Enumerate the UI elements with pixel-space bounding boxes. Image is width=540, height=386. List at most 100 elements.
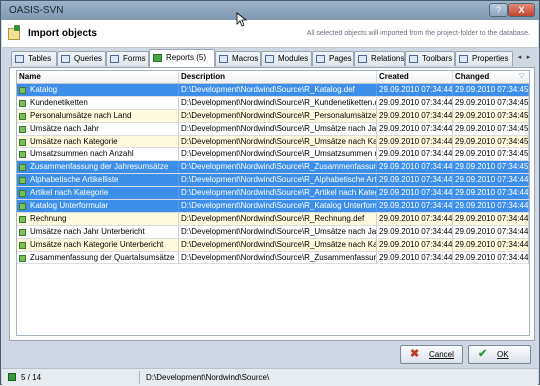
row-created-cell: 29.09.2010 07:34:44	[379, 148, 453, 161]
table-row[interactable]: Umsatzsummen nach Anzahl D:\Development\N…	[17, 148, 529, 162]
table-row[interactable]: Personalumsätze nach Land D:\Development\…	[17, 109, 529, 123]
module-icon	[265, 55, 274, 63]
tab-queries[interactable]: Queries	[57, 51, 106, 66]
tab-pages[interactable]: Pages	[312, 51, 354, 66]
row-changed-cell: 29.09.2010 07:34:45	[455, 109, 529, 122]
row-created-cell: 29.09.2010 07:34:44	[379, 84, 453, 96]
row-description-cell: D:\Development\Nordwind\Source\R_Kundene…	[181, 96, 377, 109]
row-changed-cell: 29.09.2010 07:34:44	[455, 251, 529, 264]
help-button[interactable]: ?	[489, 3, 508, 17]
table-row[interactable]: Umsätze nach Jahr Unterbericht D:\Develop…	[17, 225, 529, 239]
row-created-cell: 29.09.2010 07:34:44	[379, 238, 453, 251]
mouse-pointer-icon	[236, 12, 248, 27]
filter-icon[interactable]: ▽	[519, 72, 524, 82]
table-row[interactable]: Rechnung D:\Development\Nordwind\Source\R…	[17, 212, 529, 226]
row-changed-cell: 29.09.2010 07:34:44	[455, 225, 529, 238]
tab-label: Tables	[28, 54, 52, 63]
column-header-changed[interactable]: Changed	[453, 71, 529, 83]
column-header-name[interactable]: Name	[17, 71, 179, 83]
row-created-cell: 29.09.2010 07:34:44	[379, 200, 453, 213]
table-row[interactable]: Zusammenfassung der Jahresumsätze D:\Deve…	[17, 161, 529, 175]
row-changed-cell: 29.09.2010 07:34:44	[455, 238, 529, 251]
cancel-button[interactable]: ✖ Cancel	[400, 345, 463, 364]
check-icon: ✔	[478, 348, 488, 360]
tab-forms[interactable]: Forms	[106, 51, 149, 66]
row-description-cell: D:\Development\Nordwind\Source\R_Umsätze…	[181, 238, 377, 251]
row-changed-cell: 29.09.2010 07:34:44	[455, 187, 529, 200]
row-changed-cell: 29.09.2010 07:34:45	[455, 135, 529, 148]
tab-label: Pages	[329, 54, 352, 63]
table-row[interactable]: Zusammenfassung der Quartalsumsätze D:\De…	[17, 251, 529, 265]
row-changed-cell: 29.09.2010 07:34:44	[455, 174, 529, 187]
row-name-cell: Zusammenfassung der Jahresumsätze	[17, 161, 179, 174]
row-changed-cell: 29.09.2010 07:34:45	[455, 161, 529, 174]
relation-icon	[358, 55, 367, 63]
tab-label: Forms	[123, 54, 146, 63]
row-description-cell: D:\Development\Nordwind\Source\R_Umsätze…	[181, 225, 377, 238]
tab-panel: Name Description Created Changed ▽ Katal…	[9, 67, 535, 341]
form-icon	[110, 55, 119, 63]
row-description-cell: D:\Development\Nordwind\Source\R_Zusamme…	[181, 161, 377, 174]
column-header-description[interactable]: Description	[179, 71, 377, 83]
tab-label: Macros	[232, 54, 259, 63]
row-created-cell: 29.09.2010 07:34:44	[379, 161, 453, 174]
source-path: D:\Development\Nordwind\Source\	[146, 373, 270, 382]
table-row[interactable]: Katalog D:\Development\Nordwind\Source\R_…	[17, 84, 529, 97]
status-bar: 5 / 14 D:\Development\Nordwind\Source\	[2, 368, 538, 386]
row-changed-cell: 29.09.2010 07:34:44	[455, 212, 529, 225]
table-row[interactable]: Artikel nach Kategorie D:\Development\Nor…	[17, 187, 529, 201]
column-header-created[interactable]: Created	[377, 71, 453, 83]
row-description-cell: D:\Development\Nordwind\Source\R_Artikel…	[179, 187, 377, 200]
table-row[interactable]: Kundenetiketten D:\Development\Nordwind\S…	[17, 96, 529, 110]
import-objects-icon	[8, 25, 20, 40]
properties-icon	[459, 55, 468, 63]
tab-reports[interactable]: Reports (5)	[149, 49, 215, 67]
tab-tables[interactable]: Tables	[11, 51, 57, 66]
cancel-icon: ✖	[410, 348, 420, 360]
row-description-cell: D:\Development\Nordwind\Source\R_Persona…	[181, 109, 377, 122]
tab-properties[interactable]: Properties	[455, 51, 513, 66]
dialog-header: Import objects All selected objects will…	[2, 20, 538, 48]
tab-relations[interactable]: Relations	[354, 51, 405, 66]
row-name-cell: Katalog Unterformular	[17, 200, 179, 213]
query-icon	[61, 55, 70, 63]
row-name-cell: Zusammenfassung der Quartalsumsätze	[17, 251, 179, 264]
tab-scroll-right-icon[interactable]: ▸	[524, 51, 533, 65]
grid-body: Katalog D:\Development\Nordwind\Source\R_…	[17, 84, 529, 265]
table-row[interactable]: Katalog Unterformular D:\Development\Nord…	[17, 200, 529, 213]
tab-label: Queries	[74, 54, 103, 63]
row-name-cell: Umsätze nach Kategorie	[17, 135, 179, 148]
table-row[interactable]: Umsätze nach Kategorie Unterbericht D:\De…	[17, 238, 529, 252]
close-button[interactable]: X	[508, 3, 535, 17]
report-status-icon	[8, 373, 16, 381]
ok-label: OK	[497, 350, 509, 359]
row-name-cell: Katalog	[17, 84, 179, 96]
row-created-cell: 29.09.2010 07:34:44	[379, 109, 453, 122]
table-row[interactable]: Umsätze nach Jahr D:\Development\Nordwind…	[17, 122, 529, 136]
row-description-cell: D:\Development\Nordwind\Source\R_Umsätze…	[181, 122, 377, 135]
objects-grid: Name Description Created Changed ▽ Katal…	[16, 70, 530, 336]
page-icon	[316, 55, 325, 63]
tab-macros[interactable]: Macros	[215, 51, 261, 66]
macro-icon	[219, 55, 228, 63]
row-created-cell: 29.09.2010 07:34:44	[379, 187, 453, 200]
object-type-tabs: Tables Queries Forms Reports (5) Macros …	[9, 49, 535, 67]
row-changed-cell: 29.09.2010 07:34:45	[455, 122, 529, 135]
row-name-cell: Alphabetische Artikelliste	[17, 174, 179, 187]
tab-modules[interactable]: Modules	[261, 51, 312, 66]
cancel-label: Cancel	[429, 350, 454, 359]
tab-toolbars[interactable]: Toolbars	[405, 51, 455, 66]
table-row[interactable]: Umsätze nach Kategorie D:\Development\Nor…	[17, 135, 529, 149]
row-created-cell: 29.09.2010 07:34:44	[379, 174, 453, 187]
table-row[interactable]: Alphabetische Artikelliste D:\Development…	[17, 174, 529, 188]
tab-scroll-left-icon[interactable]: ◂	[515, 51, 524, 65]
tab-label: Toolbars	[422, 54, 453, 63]
grid-header: Name Description Created Changed ▽	[17, 71, 529, 84]
table-icon	[15, 55, 24, 63]
row-name-cell: Umsätze nach Kategorie Unterbericht	[17, 238, 179, 251]
ok-button[interactable]: ✔ OK	[468, 345, 531, 364]
row-name-cell: Rechnung	[17, 212, 179, 225]
title-bar[interactable]: OASIS-SVN ? X	[1, 1, 539, 20]
row-description-cell: D:\Development\Nordwind\Source\R_Alphabe…	[181, 174, 377, 187]
row-created-cell: 29.09.2010 07:34:44	[379, 135, 453, 148]
